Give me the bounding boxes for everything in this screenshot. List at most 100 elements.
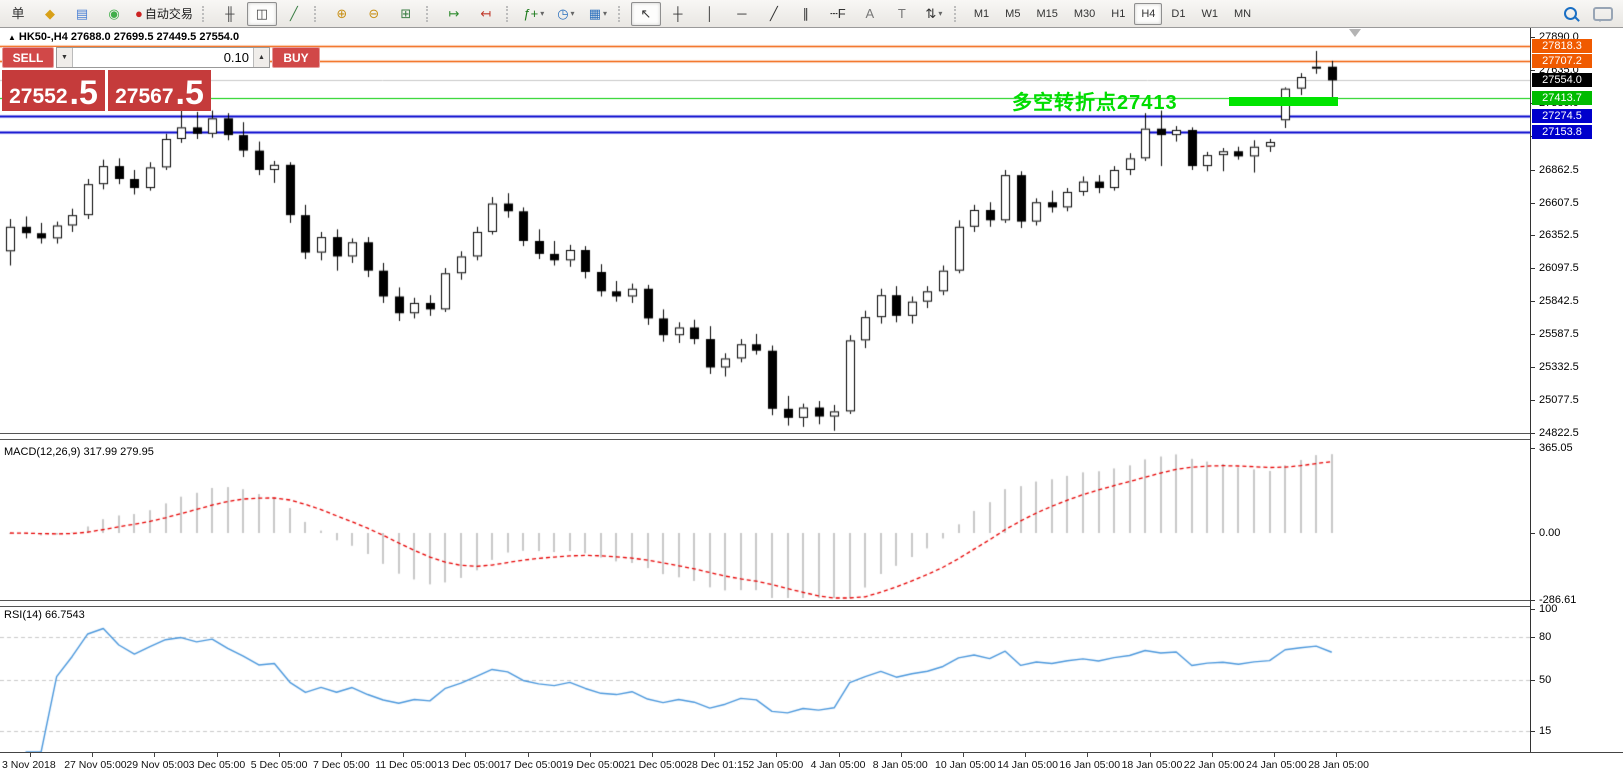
autotrade-icon: ● <box>135 7 143 20</box>
rsi-scale-label: 50 <box>1539 674 1551 686</box>
symbol-ohlc-text: HK50-,H4 27688.0 27699.5 27449.5 27554.0 <box>19 31 239 43</box>
autotrade-button[interactable]: ●自动交易 <box>131 2 197 26</box>
price-scale-label: 24822.5 <box>1539 427 1579 439</box>
vertical-line-icon: │ <box>706 7 714 20</box>
time-axis-label: 13 Dec 05:00 <box>437 759 499 771</box>
buy-button[interactable]: BUY <box>272 47 320 68</box>
history-center-button[interactable]: ▤ <box>67 2 97 26</box>
time-axis-tick <box>92 753 93 757</box>
scale-tick <box>1531 334 1535 335</box>
timeframe-m15-button[interactable]: M15 <box>1029 3 1064 25</box>
fibonacci-icon: ┄F <box>830 7 846 20</box>
periods-button[interactable]: ◷▾ <box>551 2 581 26</box>
scale-tick <box>1531 301 1535 302</box>
crosshair-icon: ┼ <box>673 7 682 20</box>
price-scale[interactable]: 27890.027635.027380.027125.026862.526607… <box>1530 28 1623 752</box>
time-axis-tick <box>776 753 777 757</box>
line-chart-button[interactable]: ╱ <box>279 2 309 26</box>
price-scale-label: 25332.5 <box>1539 361 1579 373</box>
chevron-down-icon: ▾ <box>540 9 544 18</box>
order-gold-button[interactable]: ◆ <box>35 2 65 26</box>
timeframe-w1-button[interactable]: W1 <box>1194 3 1225 25</box>
scale-tick <box>1531 367 1535 368</box>
buy-price[interactable]: 27567.5 <box>108 70 211 111</box>
new-order-icon: 单 <box>11 7 24 20</box>
time-axis-tick <box>30 753 31 757</box>
fibonacci-button[interactable]: ┄F <box>823 2 853 26</box>
time-axis[interactable]: 3 Nov 201827 Nov 05:0029 Nov 05:003 Dec … <box>0 752 1623 775</box>
search-icon[interactable] <box>1564 7 1577 20</box>
price-tag: 27554.0 <box>1532 73 1592 87</box>
time-axis-tick <box>341 753 342 757</box>
time-axis-tick <box>279 753 280 757</box>
scale-tick <box>1531 680 1535 681</box>
trend-line-button[interactable]: ╱ <box>759 2 789 26</box>
cursor-button[interactable]: ↖ <box>631 2 661 26</box>
templates-button[interactable]: ▦▾ <box>583 2 613 26</box>
volume-input[interactable] <box>73 48 253 67</box>
line-chart-icon: ╱ <box>290 7 298 20</box>
timeframe-m30-button[interactable]: M30 <box>1067 3 1102 25</box>
zoom-out-button[interactable]: ⊖ <box>359 2 389 26</box>
volume-decrease-button[interactable]: ▼ <box>57 48 73 67</box>
time-axis-label: 7 Dec 05:00 <box>313 759 370 771</box>
scale-tick <box>1531 235 1535 236</box>
scale-tick <box>1531 400 1535 401</box>
timeframe-h4-button[interactable]: H4 <box>1134 3 1162 25</box>
toolbar-separator <box>314 6 322 22</box>
toolbar-separator <box>506 6 514 22</box>
price-tag: 27707.2 <box>1532 54 1592 68</box>
time-axis-label: 28 Dec 01:15 <box>686 759 748 771</box>
timeframe-h1-button[interactable]: H1 <box>1104 3 1132 25</box>
macd-canvas[interactable] <box>0 440 1530 600</box>
bar-chart-button[interactable]: ╫ <box>215 2 245 26</box>
sell-button[interactable]: SELL <box>2 47 54 68</box>
zoom-in-button[interactable]: ⊕ <box>327 2 357 26</box>
candlestick-chart-button[interactable]: ◫ <box>247 2 277 26</box>
arrows-button[interactable]: ⇅▾ <box>919 2 949 26</box>
sell-price[interactable]: 27552.5 <box>2 70 105 111</box>
toolbar-separator <box>618 6 626 22</box>
chevron-down-icon: ▾ <box>571 9 575 18</box>
time-axis-tick <box>901 753 902 757</box>
equidistant-channel-button[interactable]: ∥ <box>791 2 821 26</box>
signals-button[interactable]: ◉ <box>99 2 129 26</box>
time-axis-tick <box>154 753 155 757</box>
price-tag: 27153.8 <box>1532 125 1592 139</box>
volume-stepper: ▼ ▲ <box>56 47 270 68</box>
price-chart-canvas[interactable] <box>0 28 1530 433</box>
auto-scroll-button[interactable]: ↦ <box>439 2 469 26</box>
timeframe-m1-button[interactable]: M1 <box>967 3 996 25</box>
panel-divider[interactable] <box>0 433 1530 440</box>
timeframe-d1-button[interactable]: D1 <box>1164 3 1192 25</box>
vertical-line-button[interactable]: │ <box>695 2 725 26</box>
turning-point-annotation: 多空转折点27413 <box>1012 86 1178 115</box>
timeframe-m5-button[interactable]: M5 <box>998 3 1027 25</box>
chart-shift-button[interactable]: ↤ <box>471 2 501 26</box>
toolbar-separator <box>954 6 962 22</box>
chat-icon[interactable] <box>1593 7 1613 21</box>
timeframe-mn-button[interactable]: MN <box>1227 3 1258 25</box>
history-center-icon: ▤ <box>76 7 88 20</box>
indicators-button[interactable]: ƒ+▾ <box>519 2 549 26</box>
time-axis-label: 21 Dec 05:00 <box>624 759 686 771</box>
tile-windows-button[interactable]: ⊞ <box>391 2 421 26</box>
horizontal-line-button[interactable]: ─ <box>727 2 757 26</box>
time-axis-tick <box>652 753 653 757</box>
crosshair-button[interactable]: ┼ <box>663 2 693 26</box>
volume-increase-button[interactable]: ▲ <box>253 48 269 67</box>
rsi-canvas[interactable] <box>0 607 1530 752</box>
scale-tick <box>1531 268 1535 269</box>
text-label-button[interactable]: T <box>887 2 917 26</box>
new-order-button[interactable]: 单 <box>3 2 33 26</box>
text-button[interactable]: A <box>855 2 885 26</box>
panel-divider[interactable] <box>0 600 1530 607</box>
scale-tick <box>1531 170 1535 171</box>
time-axis-label: 22 Jan 05:00 <box>1184 759 1245 771</box>
chart-shift-marker-icon[interactable] <box>1349 29 1361 37</box>
horizontal-line-icon: ─ <box>737 7 746 20</box>
time-axis-tick <box>1025 753 1026 757</box>
time-axis-tick <box>403 753 404 757</box>
time-axis-label: 17 Dec 05:00 <box>500 759 562 771</box>
time-axis-tick <box>528 753 529 757</box>
